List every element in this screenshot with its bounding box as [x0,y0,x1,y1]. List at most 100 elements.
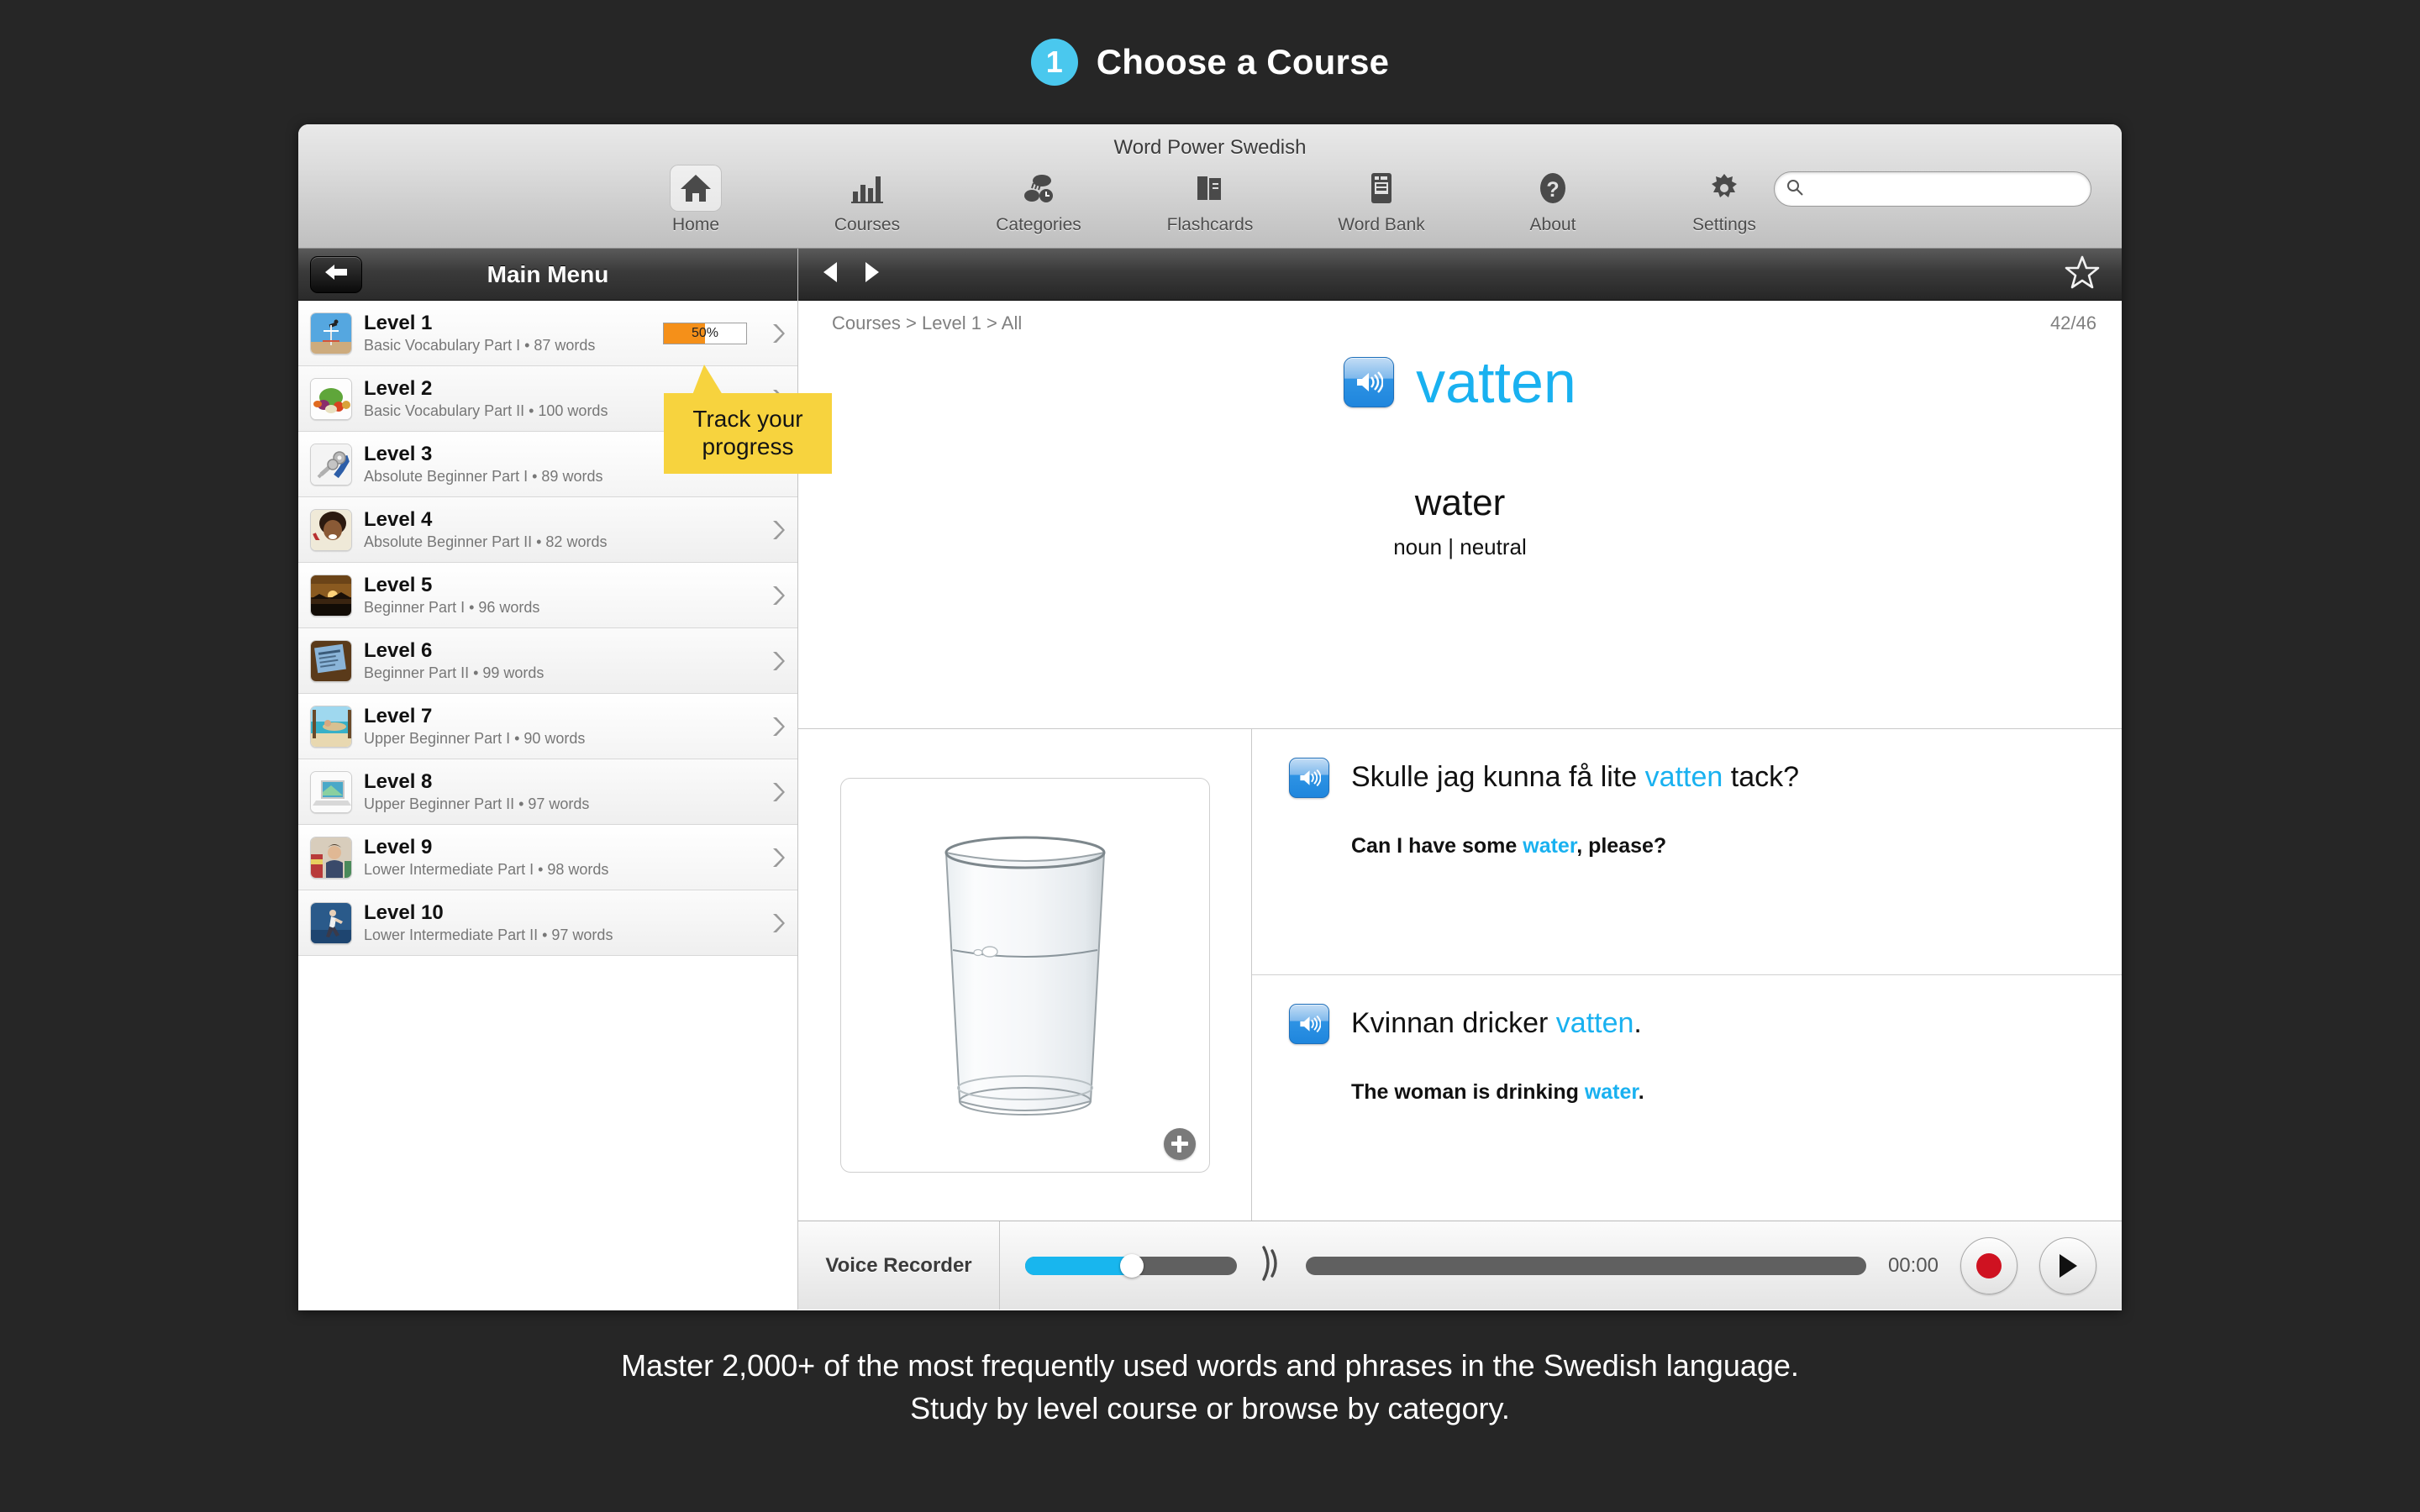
chevron-right-icon [767,585,789,606]
record-icon[interactable] [1960,1236,2018,1294]
level-text: Level 9 Lower Intermediate Part I • 98 w… [364,836,755,879]
sentence-target-highlight: vatten [1644,761,1723,793]
volume-slider[interactable] [1025,1253,1237,1278]
promo-caption: Master 2,000+ of the most frequently use… [0,1344,2420,1430]
toolbar-label-courses: Courses [834,215,901,234]
level-subtitle: Lower Intermediate Part II • 97 words [364,926,613,943]
level-name: Level 9 [364,835,433,858]
recorder-controls: 00:00 [1000,1221,2122,1310]
voice-recorder-label: Voice Recorder [798,1221,1000,1310]
hurdle-jumper-thumb [310,312,352,354]
level-name: Level 2 [364,376,433,400]
level-row[interactable]: Level 10 Lower Intermediate Part II • 97… [298,890,797,956]
toolbar-item-about[interactable]: ? About [1490,165,1616,235]
toolbar-item-courses[interactable]: Courses [804,165,930,235]
level-text: Level 6 Beginner Part II • 99 words [364,639,755,682]
runner-thumb [310,901,352,944]
word-row: vatten [1344,353,1576,412]
level-row[interactable]: Level 4 Absolute Beginner Part II • 82 w… [298,497,797,563]
plus-circle-icon[interactable] [1163,1127,1196,1160]
level-row[interactable]: Level 5 Beginner Part I • 96 words [298,563,797,628]
laptop-thumb [310,770,352,813]
toolbar-label-word-bank: Word Bank [1338,215,1425,234]
progress-label: 50% [691,325,719,340]
back-arrow-icon [324,262,349,286]
sentence-trans-pre: Can I have some [1351,833,1523,858]
breadcrumb[interactable]: Courses > Level 1 > All [832,312,1022,334]
vegetables-thumb [310,377,352,420]
chevron-right-icon [767,323,789,344]
gear-icon [1698,165,1750,212]
level-row[interactable]: Level 7 Upper Beginner Part I • 90 words [298,694,797,759]
sentence-trans-highlight: water [1584,1079,1639,1104]
back-button[interactable] [310,255,362,293]
level-list: Level 1 Basic Vocabulary Part I • 87 wor… [298,301,797,1310]
toolbar-item-categories[interactable]: Categories [976,165,1102,235]
level-subtitle: Upper Beginner Part I • 90 words [364,729,586,747]
chevron-right-icon [767,519,789,541]
app-toolbar: Word Power Swedish Home Courses Categori… [298,124,2122,249]
content-pane: Courses > Level 1 > All 42/46 vatten wat… [798,249,2122,1310]
toolbar-label-settings: Settings [1692,215,1756,234]
caption-line-1: Master 2,000+ of the most frequently use… [621,1348,1799,1383]
sunset-thumb [310,574,352,617]
speaker-icon[interactable] [1344,357,1395,407]
toolbar-label-about: About [1529,215,1576,234]
toolbar-label-flashcards: Flashcards [1166,215,1254,234]
chevron-right-icon [767,912,789,934]
toolbar-item-flashcards[interactable]: Flashcards [1147,165,1273,235]
volume-slider-fill [1025,1256,1127,1275]
level-row[interactable]: Level 8 Upper Beginner Part II • 97 word… [298,759,797,825]
toolbar-item-home[interactable]: Home [633,165,759,235]
level-row[interactable]: Level 2 Basic Vocabulary Part II • 100 w… [298,366,797,432]
level-subtitle: Absolute Beginner Part I • 89 words [364,467,603,485]
level-text: Level 5 Beginner Part I • 96 words [364,574,755,617]
level-row[interactable]: Level 9 Lower Intermediate Part I • 98 w… [298,825,797,890]
toolbar-item-settings[interactable]: Settings [1661,165,1787,235]
level-text: Level 4 Absolute Beginner Part II • 82 w… [364,508,755,551]
volume-slider-knob[interactable] [1120,1253,1144,1278]
chevron-right-icon [767,781,789,803]
sound-wave-icon [1259,1242,1284,1289]
level-subtitle: Absolute Beginner Part II • 82 words [364,533,608,550]
sidebar-title: Main Menu [487,260,609,287]
prev-arrow-icon[interactable] [820,260,839,288]
toolbar-item-word-bank[interactable]: Word Bank [1318,165,1444,235]
promo-title: Choose a Course [1096,42,1390,81]
speaker-icon[interactable] [1289,1004,1329,1044]
sentence-trans-highlight: water [1523,833,1577,858]
girl-brushing-teeth-thumb [310,508,352,551]
playback-track[interactable] [1306,1256,1866,1275]
toolbar-label-categories: Categories [996,215,1081,234]
level-row[interactable]: Level 3 Absolute Beginner Part I • 89 wo… [298,432,797,497]
sentence-trans-post: . [1638,1079,1644,1104]
record-dot [1976,1252,2002,1278]
next-arrow-icon[interactable] [864,260,882,288]
promo-header: 1 Choose a Course [0,0,2420,124]
search-icon [1786,179,1803,200]
star-outline-icon[interactable] [2065,255,2100,294]
flashcards-icon [1184,165,1236,212]
detail-area: Skulle jag kunna få lite vatten tack? Ca… [798,729,2122,1221]
search-input[interactable] [1810,179,2079,199]
sentence-target-pre: Kvinnan dricker [1351,1007,1556,1039]
level-text: Level 7 Upper Beginner Part I • 90 words [364,705,755,748]
sentence-target-highlight: vatten [1555,1007,1634,1039]
search-box[interactable] [1774,171,2091,207]
level-text: Level 10 Lower Intermediate Part II • 97… [364,901,755,944]
word-part-of-speech: noun | neutral [1393,534,1527,559]
home-icon [670,165,722,212]
level-row[interactable]: Level 6 Beginner Part II • 99 words [298,628,797,694]
play-icon[interactable] [2039,1236,2096,1294]
app-body: Main Menu Level 1 Basic Vocabulary Part … [298,249,2122,1310]
level-name: Level 4 [364,507,433,531]
speaker-icon[interactable] [1289,758,1329,798]
question-icon: ? [1527,165,1579,212]
level-subtitle: Beginner Part I • 96 words [364,598,540,616]
level-row[interactable]: Level 1 Basic Vocabulary Part I • 87 wor… [298,301,797,366]
beach-hammock-thumb [310,705,352,748]
image-pane [798,729,1252,1221]
target-word: vatten [1416,349,1576,415]
level-text: Level 3 Absolute Beginner Part I • 89 wo… [364,443,755,486]
sidebar-header: Main Menu [298,249,797,301]
